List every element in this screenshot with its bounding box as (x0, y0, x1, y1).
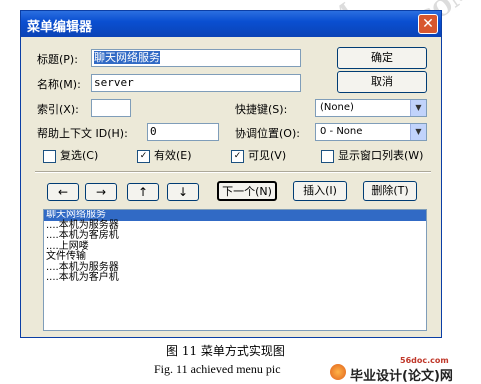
index-label: 索引(X): (37, 103, 79, 116)
chevron-down-icon[interactable]: ▼ (410, 100, 426, 116)
close-button[interactable]: ✕ (418, 14, 438, 34)
caption-value: 聊天网络服务 (94, 51, 160, 64)
shortcut-select[interactable]: (None) ▼ (315, 99, 427, 117)
name-value: server (94, 76, 134, 89)
checked-checkbox[interactable]: 复选(C) (43, 147, 98, 163)
checkbox-box[interactable] (43, 149, 56, 163)
negotiate-position-select[interactable]: 0 - None ▼ (315, 123, 427, 141)
enabled-checkbox[interactable]: ✓ 有效(E) (137, 147, 192, 163)
arrow-up-icon: ↑ (137, 185, 149, 199)
arrow-down-icon: ↓ (177, 185, 189, 199)
site-logo: 56doc.com 毕业设计(论文)网 (330, 356, 481, 384)
checked-label: 复选(C) (60, 149, 99, 162)
shortcut-value: (None) (320, 102, 354, 113)
figure-caption-en: Fig. 11 achieved menu pic (154, 362, 281, 376)
logo-text: 毕业设计(论文)网 (350, 369, 453, 384)
ok-button[interactable]: 确定 (337, 47, 427, 69)
dialog-title: 菜单编辑器 (27, 20, 93, 35)
menu-items-list[interactable]: 聊天网络服务 ....本机为服务器 ....本机为客房机 ....上网喽 文件传输...… (43, 209, 427, 331)
window-list-label: 显示窗口列表(W) (338, 149, 424, 162)
close-icon: ✕ (422, 16, 434, 32)
move-up-button[interactable]: ↑ (127, 183, 159, 201)
chevron-down-icon[interactable]: ▼ (410, 124, 426, 140)
name-label: 名称(M): (37, 78, 81, 91)
figure-caption-zh: 图 11 菜单方式实现图 (166, 344, 285, 358)
list-item[interactable]: ....本机为客户机 (44, 272, 426, 284)
arrow-right-icon: → (95, 185, 107, 199)
cancel-button[interactable]: 取消 (337, 71, 427, 93)
enabled-label: 有效(E) (154, 149, 192, 162)
arrow-left-icon: ← (57, 185, 69, 199)
list-item[interactable]: 聊天网络服务 (44, 210, 426, 221)
checkbox-box[interactable] (321, 149, 334, 163)
visible-checkbox[interactable]: ✓ 可见(V) (231, 147, 286, 163)
negotiate-position-label: 协调位置(O): (235, 127, 300, 140)
menu-editor-dialog: 菜单编辑器 ✕ 标题(P): 聊天网络服务 确定 名称(M): server 取… (20, 10, 442, 338)
checkmark-icon[interactable]: ✓ (137, 149, 150, 163)
shortcut-label: 快捷键(S): (235, 103, 288, 116)
caption-label: 标题(P): (37, 53, 78, 66)
list-item[interactable]: ....上网喽 (44, 241, 426, 253)
index-input[interactable] (91, 99, 131, 117)
move-right-button[interactable]: → (85, 183, 117, 201)
move-left-button[interactable]: ← (47, 183, 79, 201)
delete-button[interactable]: 删除(T) (363, 181, 417, 201)
name-input[interactable]: server (91, 74, 301, 92)
move-down-button[interactable]: ↓ (167, 183, 199, 201)
list-item[interactable]: ....本机为客房机 (44, 230, 426, 242)
title-bar[interactable]: 菜单编辑器 ✕ (21, 11, 441, 37)
help-context-label: 帮助上下文 ID(H): (37, 127, 128, 140)
negotiate-position-value: 0 - None (320, 126, 363, 137)
logo-sphere-icon (330, 364, 346, 380)
help-context-input[interactable]: 0 (147, 123, 219, 141)
next-button[interactable]: 下一个(N) (217, 181, 277, 201)
list-item[interactable]: 文件传输 (44, 251, 426, 263)
insert-button[interactable]: 插入(I) (293, 181, 347, 201)
window-list-checkbox[interactable]: 显示窗口列表(W) (321, 147, 423, 163)
logo-small-text: 56doc.com (400, 356, 449, 365)
checkmark-icon[interactable]: ✓ (231, 149, 244, 163)
caption-input[interactable]: 聊天网络服务 (91, 49, 301, 67)
visible-label: 可见(V) (248, 149, 287, 162)
help-context-value: 0 (150, 125, 157, 138)
divider (35, 171, 431, 173)
